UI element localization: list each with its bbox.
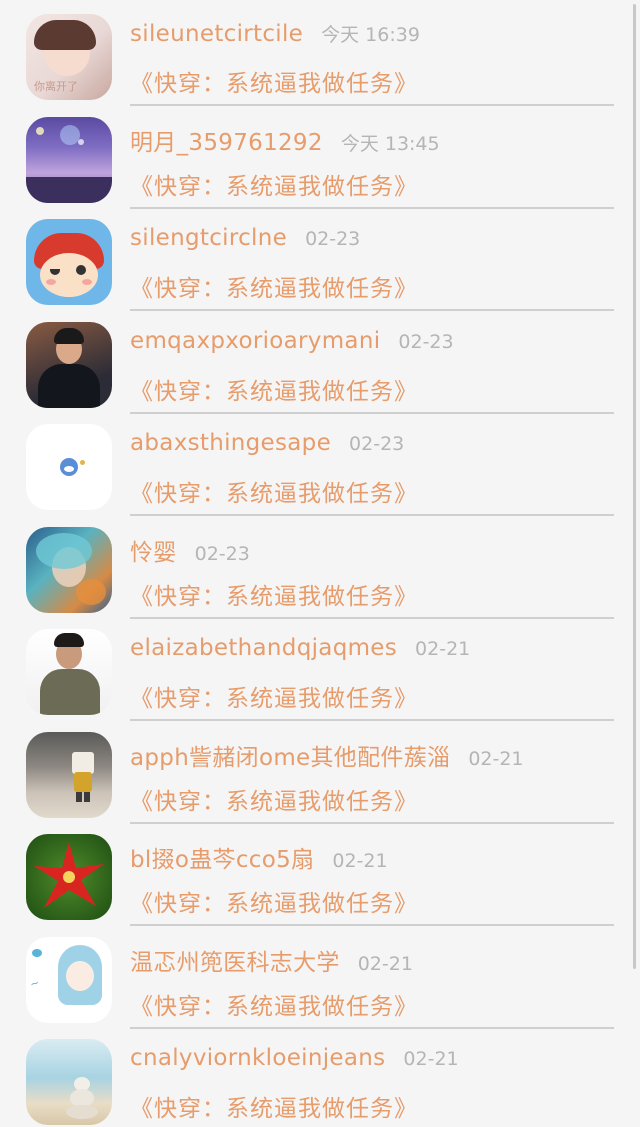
conversation-item[interactable]: cnalyviornkloeinjeans 02-21 《快穿：系统逼我做任务》 [0,1033,640,1127]
avatar[interactable] [26,834,112,920]
avatar[interactable] [26,424,112,510]
timestamp: 02-23 [305,228,361,250]
conversation-item[interactable]: abaxsthingesape 02-23 《快穿：系统逼我做任务》 [0,418,640,521]
message-preview: 《快穿：系统逼我做任务》 [130,788,418,815]
message-preview: 《快穿：系统逼我做任务》 [130,71,418,97]
conversation-content: 温忑州篼医科志大学 02-21 《快穿：系统逼我做任务》 [130,931,614,1029]
conversation-content: abaxsthingesape 02-23 《快穿：系统逼我做任务》 [130,418,614,516]
conversation-item[interactable]: elaizabethandqjaqmes 02-21 《快穿：系统逼我做任务》 [0,623,640,726]
conversation-content: emqaxpxorioarymani 02-23 《快穿：系统逼我做任务》 [130,316,614,414]
conversation-content: 明月_359761292 今天 13:45 《快穿：系统逼我做任务》 [130,111,614,209]
avatar[interactable] [26,731,112,818]
contact-name: bl掇o蛊芩cco5扇 [130,847,315,873]
conversation-content: bl掇o蛊芩cco5扇 02-21 《快穿：系统逼我做任务》 [130,828,614,926]
divider [130,104,614,106]
conversation-content: 怜婴 02-23 《快穿：系统逼我做任务》 [130,521,614,619]
message-preview: 《快穿：系统逼我做任务》 [130,378,418,405]
divider [130,411,614,414]
conversation-item[interactable]: apph訾赭闭ome其他配件蔟淄 02-21 《快穿：系统逼我做任务》 [0,726,640,829]
avatar-caption: 你离开了 [34,80,78,93]
message-preview: 《快穿：系统逼我做任务》 [130,276,418,302]
conversation-content: cnalyviornkloeinjeans 02-21 《快穿：系统逼我做任务》 [130,1033,614,1127]
contact-name: sileunetcirtcile [130,21,304,47]
timestamp: 02-23 [194,542,250,565]
divider [130,616,614,619]
timestamp: 02-21 [415,638,471,660]
conversation-list: 你离开了 sileunetcirtcile 今天 16:39 《快穿：系统逼我做任… [0,0,640,1127]
avatar[interactable] [26,526,112,613]
message-preview: 《快穿：系统逼我做任务》 [130,481,418,507]
contact-name: silengtcirclne [130,225,288,251]
contact-name: 温忑州篼医科志大学 [130,949,340,976]
divider [130,719,614,721]
conversation-item[interactable]: 你离开了 sileunetcirtcile 今天 16:39 《快穿：系统逼我做任… [0,8,640,111]
avatar[interactable] [26,321,112,408]
contact-name: abaxsthingesape [130,430,332,456]
contact-name: cnalyviornkloeinjeans [130,1045,386,1071]
divider [130,1026,614,1029]
message-preview: 《快穿：系统逼我做任务》 [130,993,418,1020]
conversation-content: elaizabethandqjaqmes 02-21 《快穿：系统逼我做任务》 [130,623,614,721]
conversation-item[interactable]: 怜婴 02-23 《快穿：系统逼我做任务》 [0,521,640,624]
message-preview: 《快穿：系统逼我做任务》 [130,583,418,610]
flower-icon [34,842,104,908]
timestamp: 今天 13:45 [340,132,440,155]
avatar[interactable] [26,219,112,305]
conversation-content: apph訾赭闭ome其他配件蔟淄 02-21 《快穿：系统逼我做任务》 [130,726,614,824]
conversation-item[interactable]: 明月_359761292 今天 13:45 《快穿：系统逼我做任务》 [0,111,640,214]
conversation-item[interactable]: emqaxpxorioarymani 02-23 《快穿：系统逼我做任务》 [0,316,640,419]
avatar[interactable] [26,629,112,715]
divider [130,924,614,926]
conversation-content: silengtcirclne 02-23 《快穿：系统逼我做任务》 [130,213,614,311]
contact-name: apph訾赭闭ome其他配件蔟淄 [130,744,451,771]
divider [130,821,614,824]
message-preview: 《快穿：系统逼我做任务》 [130,1096,418,1122]
contact-name: 明月_359761292 [130,129,323,156]
avatar[interactable]: 你离开了 [26,14,112,100]
timestamp: 今天 16:39 [321,24,420,46]
timestamp: 02-23 [349,433,405,455]
conversation-item[interactable]: bl掇o蛊芩cco5扇 02-21 《快穿：系统逼我做任务》 [0,828,640,931]
timestamp: 02-21 [468,747,524,770]
message-preview: 《快穿：系统逼我做任务》 [130,891,418,917]
avatar[interactable] [26,1039,112,1125]
contact-name: emqaxpxorioarymani [130,327,381,354]
avatar[interactable]: ~ [26,936,112,1023]
sticker-icon: ~ [28,975,42,991]
avatar[interactable] [26,116,112,203]
message-preview: 《快穿：系统逼我做任务》 [130,686,418,712]
conversation-item[interactable]: ~ 温忑州篼医科志大学 02-21 《快穿：系统逼我做任务》 [0,931,640,1034]
conversation-content: sileunetcirtcile 今天 16:39 《快穿：系统逼我做任务》 [130,8,614,106]
timestamp: 02-21 [403,1048,459,1070]
contact-name: 怜婴 [130,539,177,566]
message-preview: 《快穿：系统逼我做任务》 [130,173,418,200]
divider [130,514,614,516]
timestamp: 02-21 [357,952,413,975]
divider [130,309,614,311]
timestamp: 02-23 [398,330,454,353]
divider [130,206,614,209]
contact-name: elaizabethandqjaqmes [130,635,398,661]
timestamp: 02-21 [332,850,388,872]
conversation-item[interactable]: silengtcirclne 02-23 《快穿：系统逼我做任务》 [0,213,640,316]
scrollbar[interactable] [633,4,636,969]
